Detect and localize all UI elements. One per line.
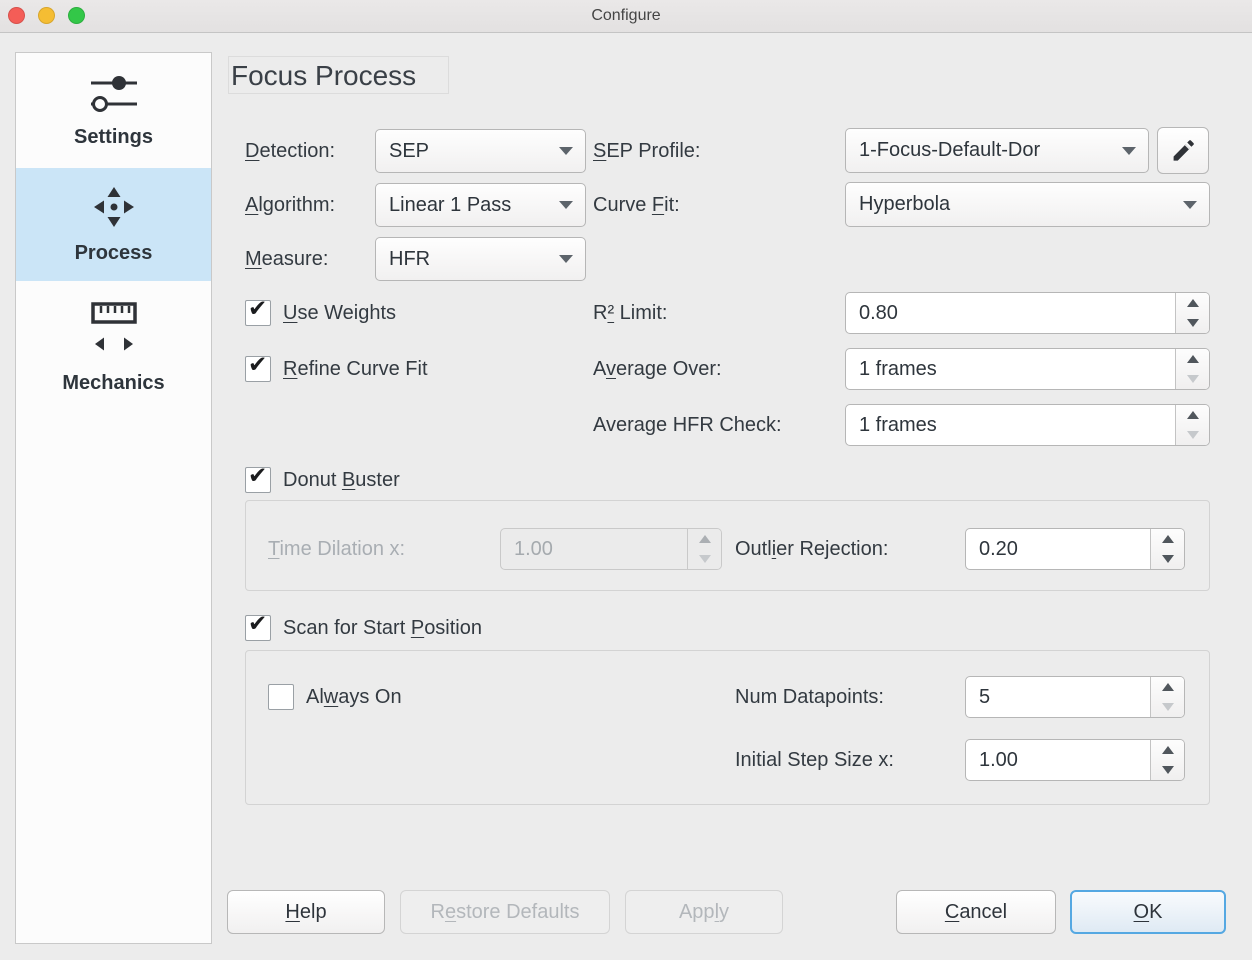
check-icon: ✔ bbox=[248, 353, 267, 378]
apply-button-label: Apply bbox=[679, 901, 729, 924]
average-over-label: Average Over: bbox=[593, 348, 722, 390]
r2-limit-label: R² Limit: bbox=[593, 292, 667, 334]
use-weights-checkbox[interactable]: ✔ bbox=[245, 300, 271, 326]
sep-profile-label: SEP Profile: bbox=[593, 129, 700, 173]
outlier-rejection-spinbox: 0.20 bbox=[965, 528, 1185, 570]
donut-buster-row: ✔ Donut Buster bbox=[245, 467, 400, 493]
always-on-checkbox[interactable]: ✔ bbox=[268, 684, 294, 710]
chevron-down-icon bbox=[1183, 201, 1197, 209]
spin-up-button[interactable] bbox=[1151, 740, 1184, 760]
spin-buttons bbox=[1150, 529, 1184, 569]
initial-step-size-value[interactable]: 1.00 bbox=[966, 740, 1150, 780]
measure-label: Measure: bbox=[245, 237, 328, 281]
average-over-spinbox: 1 frames bbox=[845, 348, 1210, 390]
help-button[interactable]: Help bbox=[227, 890, 385, 934]
spin-buttons bbox=[1175, 405, 1209, 445]
help-button-label: Help bbox=[285, 901, 326, 924]
donut-buster-checkbox[interactable]: ✔ bbox=[245, 467, 271, 493]
main-panel: Focus Process Detection: SEP SEP Profile… bbox=[0, 0, 1252, 960]
page-title: Focus Process bbox=[228, 56, 449, 94]
curve-fit-label: Curve Fit: bbox=[593, 183, 680, 227]
chevron-down-icon bbox=[559, 255, 573, 263]
scan-start-label[interactable]: Scan for Start Position bbox=[283, 617, 482, 640]
spin-up-button[interactable] bbox=[1176, 349, 1209, 369]
cancel-button-label: Cancel bbox=[945, 901, 1007, 924]
spin-down-button bbox=[688, 549, 721, 569]
spin-up-button[interactable] bbox=[1151, 529, 1184, 549]
chevron-down-icon bbox=[559, 147, 573, 155]
pencil-icon bbox=[1170, 137, 1197, 164]
apply-button: Apply bbox=[625, 890, 783, 934]
restore-defaults-button-label: Restore Defaults bbox=[431, 901, 580, 924]
chevron-down-icon bbox=[1122, 147, 1136, 155]
algorithm-combo[interactable]: Linear 1 Pass bbox=[375, 183, 586, 227]
always-on-label[interactable]: Always On bbox=[306, 686, 402, 709]
detection-label: Detection: bbox=[245, 129, 335, 173]
algorithm-combo-value: Linear 1 Pass bbox=[389, 194, 551, 217]
average-hfr-check-value[interactable]: 1 frames bbox=[846, 405, 1175, 445]
num-datapoints-spinbox: 5 bbox=[965, 676, 1185, 718]
check-icon: ✔ bbox=[248, 464, 267, 489]
algorithm-label: Algorithm: bbox=[245, 183, 335, 227]
scan-start-checkbox[interactable]: ✔ bbox=[245, 615, 271, 641]
use-weights-row: ✔ Use Weights bbox=[245, 300, 396, 326]
detection-combo[interactable]: SEP bbox=[375, 129, 586, 173]
r2-limit-spinbox: 0.80 bbox=[845, 292, 1210, 334]
sep-profile-combo[interactable]: 1-Focus-Default-Dor bbox=[845, 128, 1149, 173]
spin-down-button[interactable] bbox=[1176, 313, 1209, 333]
configure-dialog: Configure Settings bbox=[0, 0, 1252, 960]
spin-down-button bbox=[1176, 425, 1209, 445]
spin-buttons bbox=[1150, 740, 1184, 780]
scan-start-group bbox=[245, 650, 1210, 805]
cancel-button[interactable]: Cancel bbox=[896, 890, 1056, 934]
restore-defaults-button: Restore Defaults bbox=[400, 890, 610, 934]
average-hfr-check-spinbox: 1 frames bbox=[845, 404, 1210, 446]
spin-buttons bbox=[687, 529, 721, 569]
average-over-value[interactable]: 1 frames bbox=[846, 349, 1175, 389]
check-icon: ✔ bbox=[248, 297, 267, 322]
donut-buster-label[interactable]: Donut Buster bbox=[283, 469, 400, 492]
sep-profile-combo-value: 1-Focus-Default-Dor bbox=[859, 139, 1114, 162]
spin-up-button[interactable] bbox=[1176, 405, 1209, 425]
time-dilation-label: Time Dilation x: bbox=[268, 528, 405, 570]
spin-buttons bbox=[1175, 293, 1209, 333]
num-datapoints-label: Num Datapoints: bbox=[735, 676, 884, 718]
initial-step-size-spinbox: 1.00 bbox=[965, 739, 1185, 781]
refine-curve-fit-checkbox[interactable]: ✔ bbox=[245, 356, 271, 382]
spin-down-button[interactable] bbox=[1151, 760, 1184, 780]
ok-button[interactable]: OK bbox=[1070, 890, 1226, 934]
spin-buttons bbox=[1175, 349, 1209, 389]
ok-button-label: OK bbox=[1134, 901, 1163, 924]
spin-buttons bbox=[1150, 677, 1184, 717]
detection-combo-value: SEP bbox=[389, 140, 551, 163]
refine-curve-fit-row: ✔ Refine Curve Fit bbox=[245, 356, 428, 382]
use-weights-label[interactable]: Use Weights bbox=[283, 302, 396, 325]
outlier-rejection-label: Outlier Rejection: bbox=[735, 528, 888, 570]
initial-step-size-label: Initial Step Size x: bbox=[735, 739, 894, 781]
r2-limit-value[interactable]: 0.80 bbox=[846, 293, 1175, 333]
spin-down-button bbox=[1151, 697, 1184, 717]
spin-down-button bbox=[1176, 369, 1209, 389]
refine-curve-fit-label[interactable]: Refine Curve Fit bbox=[283, 358, 428, 381]
always-on-row: ✔ Always On bbox=[268, 684, 402, 710]
spin-up-button bbox=[688, 529, 721, 549]
measure-combo-value: HFR bbox=[389, 248, 551, 271]
num-datapoints-value[interactable]: 5 bbox=[966, 677, 1150, 717]
spin-up-button[interactable] bbox=[1176, 293, 1209, 313]
measure-combo[interactable]: HFR bbox=[375, 237, 586, 281]
time-dilation-value: 1.00 bbox=[501, 529, 687, 569]
scan-start-row: ✔ Scan for Start Position bbox=[245, 615, 482, 641]
edit-profile-button[interactable] bbox=[1157, 127, 1209, 174]
check-icon: ✔ bbox=[248, 612, 267, 637]
average-hfr-check-label: Average HFR Check: bbox=[593, 404, 782, 446]
curve-fit-combo-value: Hyperbola bbox=[859, 193, 1175, 216]
outlier-rejection-value[interactable]: 0.20 bbox=[966, 529, 1150, 569]
curve-fit-combo[interactable]: Hyperbola bbox=[845, 182, 1210, 227]
time-dilation-spinbox: 1.00 bbox=[500, 528, 722, 570]
spin-down-button[interactable] bbox=[1151, 549, 1184, 569]
chevron-down-icon bbox=[559, 201, 573, 209]
spin-up-button[interactable] bbox=[1151, 677, 1184, 697]
